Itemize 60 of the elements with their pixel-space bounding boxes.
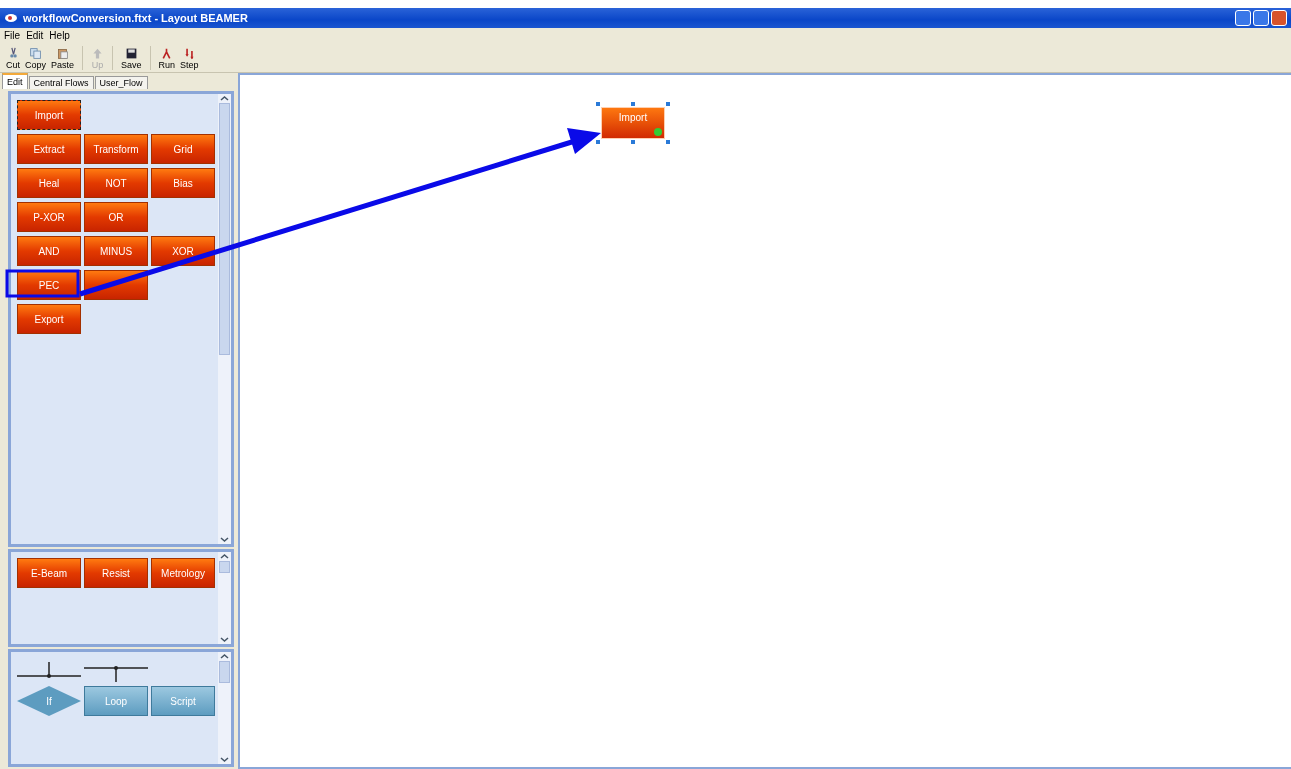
palette-button[interactable]: Import bbox=[17, 100, 81, 130]
resize-handle[interactable] bbox=[631, 140, 635, 144]
scrollbar-thumb[interactable] bbox=[219, 661, 230, 683]
scroll-down-icon[interactable] bbox=[220, 535, 229, 544]
copy-icon bbox=[29, 47, 42, 60]
maximize-button[interactable] bbox=[1253, 10, 1269, 26]
scroll-down-icon[interactable] bbox=[220, 635, 229, 644]
palette-button[interactable]: Grid bbox=[151, 134, 215, 164]
scrollbar-thumb[interactable] bbox=[219, 561, 230, 573]
scrollbar[interactable] bbox=[218, 94, 231, 544]
toolbar-button[interactable]: Step bbox=[178, 47, 201, 70]
palette-button[interactable]: Extract bbox=[17, 134, 81, 164]
toolbar-button[interactable]: Cut bbox=[4, 47, 22, 70]
save-icon bbox=[124, 47, 138, 60]
palette-button[interactable]: NOT bbox=[84, 168, 148, 198]
resize-handle[interactable] bbox=[631, 102, 635, 106]
toolbar-button[interactable]: Copy bbox=[23, 47, 49, 70]
decision-button[interactable]: If bbox=[17, 686, 81, 716]
scrollbar[interactable] bbox=[218, 552, 231, 644]
resize-handle[interactable] bbox=[596, 140, 600, 144]
palette-button[interactable]: MINUS bbox=[84, 236, 148, 266]
canvas[interactable]: Import bbox=[238, 73, 1291, 769]
paste-icon bbox=[56, 47, 70, 60]
toolbar-button[interactable]: Run bbox=[156, 47, 178, 70]
palette-button[interactable]: AND bbox=[17, 236, 81, 266]
menu-item[interactable]: File bbox=[4, 29, 21, 41]
app-logo-icon bbox=[4, 13, 18, 23]
close-button[interactable] bbox=[1271, 10, 1287, 26]
scroll-up-icon[interactable] bbox=[220, 652, 229, 661]
resize-handle[interactable] bbox=[596, 102, 600, 106]
scroll-down-icon[interactable] bbox=[220, 755, 229, 764]
palette-button[interactable]: Metrology bbox=[151, 558, 215, 588]
scroll-up-icon[interactable] bbox=[220, 94, 229, 103]
tab[interactable]: Central Flows bbox=[28, 76, 94, 89]
palette-button[interactable]: Loop bbox=[84, 686, 148, 716]
toolbar-button[interactable]: Save bbox=[119, 47, 144, 70]
toolbar-button[interactable]: Paste bbox=[49, 47, 77, 70]
scroll-up-icon[interactable] bbox=[220, 552, 229, 561]
palette-button[interactable]: P-XOR bbox=[17, 202, 81, 232]
menu-item[interactable]: Edit bbox=[26, 29, 44, 41]
menu-item[interactable]: Help bbox=[49, 29, 70, 41]
up-icon bbox=[91, 47, 105, 60]
scrollbar-thumb[interactable] bbox=[219, 103, 230, 355]
resize-handle[interactable] bbox=[666, 140, 670, 144]
palette-button[interactable]: Bias bbox=[151, 168, 215, 198]
palette-button[interactable]: Script bbox=[151, 686, 215, 716]
window-title: workflowConversion.ftxt - Layout BEAMER bbox=[23, 12, 248, 24]
resize-handle[interactable] bbox=[666, 102, 670, 106]
palette-button[interactable]: Heal bbox=[17, 168, 81, 198]
palette-button[interactable]: Transform bbox=[84, 134, 148, 164]
palette-button[interactable]: Export bbox=[17, 304, 81, 334]
palette-button[interactable]: OR bbox=[84, 202, 148, 232]
status-dot-icon bbox=[654, 128, 662, 136]
tab[interactable]: Edit bbox=[2, 73, 28, 89]
palette-button[interactable]: Resist bbox=[84, 558, 148, 588]
flow-node[interactable]: Import bbox=[601, 107, 665, 139]
minimize-button[interactable] bbox=[1235, 10, 1251, 26]
scrollbar[interactable] bbox=[218, 652, 231, 764]
palette-button[interactable]: E-Beam bbox=[17, 558, 81, 588]
tab[interactable]: User_Flow bbox=[94, 76, 148, 89]
